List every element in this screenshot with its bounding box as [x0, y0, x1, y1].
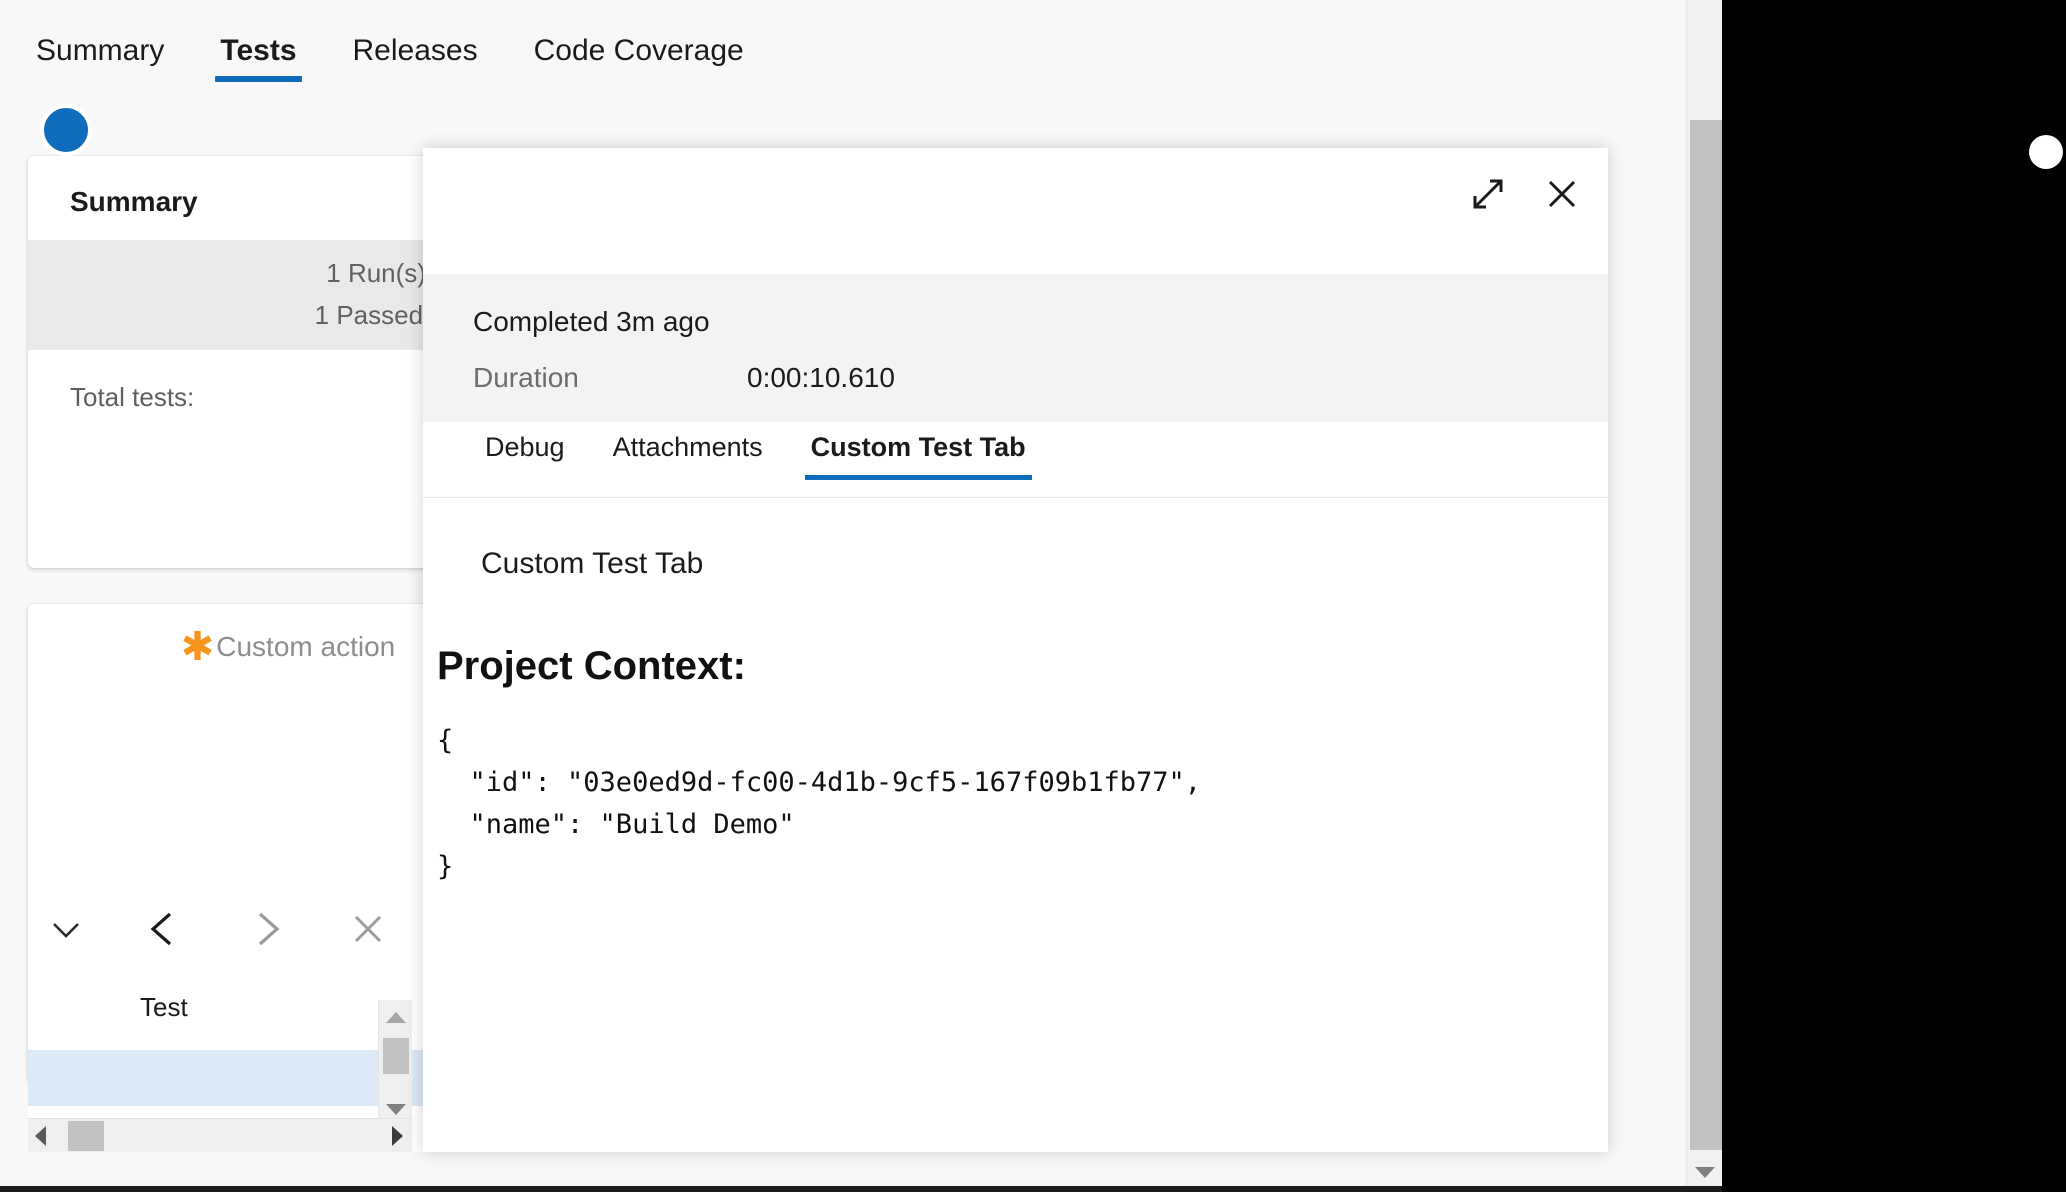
tab-debug[interactable]: Debug	[479, 422, 571, 488]
tab-custom-test-tab[interactable]: Custom Test Tab	[804, 422, 1032, 488]
asterisk-icon: ✱	[180, 625, 215, 669]
duration-value: 0:00:10.610	[747, 362, 895, 393]
top-navigation: Summary Tests Releases Code Coverage	[0, 0, 1722, 120]
expand-icon[interactable]	[1464, 170, 1512, 218]
grid-vertical-scroll-thumb[interactable]	[383, 1038, 409, 1074]
cursor-indicator	[2029, 135, 2063, 169]
bottom-edge	[0, 1186, 1722, 1192]
custom-action-label: Custom action	[216, 631, 396, 662]
screen-root: Summary Tests Releases Code Coverage Sum…	[0, 0, 2066, 1192]
tab-debug-label: Debug	[485, 432, 565, 462]
grid-column-header-test: Test	[140, 992, 188, 1022]
nav-tab-releases[interactable]: Releases	[345, 30, 486, 98]
close-icon[interactable]	[1538, 170, 1586, 218]
page-title: Custom Test Tab	[481, 547, 704, 580]
nav-tab-tests[interactable]: Tests	[212, 30, 304, 98]
page-scroll-thumb[interactable]	[1690, 120, 1722, 1150]
page-scrollbar[interactable]	[1686, 0, 1722, 1192]
test-detail-panel: Completed 3m ago Duration 0:00:10.610 De…	[423, 148, 1608, 1152]
tab-attachments[interactable]: Attachments	[607, 422, 769, 488]
grid-horizontal-scroll-thumb[interactable]	[68, 1121, 104, 1151]
close-icon[interactable]	[330, 891, 406, 967]
detail-duration-row: Duration 0:00:10.610	[473, 362, 1608, 394]
chevron-down-icon[interactable]	[28, 891, 104, 967]
scroll-up-arrow-icon[interactable]	[379, 1000, 413, 1034]
duration-label: Duration	[473, 362, 579, 393]
scroll-right-arrow-icon[interactable]	[392, 1126, 403, 1146]
nav-tab-code-coverage-label: Code Coverage	[533, 34, 744, 67]
scroll-left-arrow-icon[interactable]	[35, 1126, 46, 1146]
avatar	[40, 104, 92, 156]
page-scroll-down-arrow-icon[interactable]	[1695, 1167, 1715, 1178]
detail-panel-tabs: Debug Attachments Custom Test Tab	[423, 422, 1608, 498]
chevron-right-icon[interactable]	[228, 891, 304, 967]
tab-attachments-label: Attachments	[612, 432, 763, 462]
nav-tab-tests-label: Tests	[220, 34, 297, 67]
chevron-left-icon[interactable]	[126, 891, 202, 967]
status-badge: Completed 3m ago	[473, 306, 710, 337]
tab-custom-test-tab-label: Custom Test Tab	[810, 432, 1026, 462]
nav-tab-code-coverage[interactable]: Code Coverage	[526, 30, 752, 98]
nav-tab-summary-label: Summary	[36, 34, 165, 67]
nav-tab-summary[interactable]: Summary	[28, 30, 172, 98]
grid-horizontal-scrollbar[interactable]	[28, 1118, 412, 1152]
detail-panel-body: Custom Test Tab Project Context: { "id":…	[423, 498, 1608, 888]
project-context-json: { "id": "03e0ed9d-fc00-4d1b-9cf5-167f09b…	[437, 725, 1202, 882]
empty-dark-region	[1722, 0, 2066, 1192]
detail-panel-status: Completed 3m ago Duration 0:00:10.610	[423, 274, 1608, 422]
nav-tab-releases-label: Releases	[352, 34, 478, 67]
project-context-heading: Project Context:	[437, 644, 746, 688]
detail-panel-header	[423, 148, 1608, 274]
summary-row-total-tests-label: Total tests:	[70, 382, 195, 412]
